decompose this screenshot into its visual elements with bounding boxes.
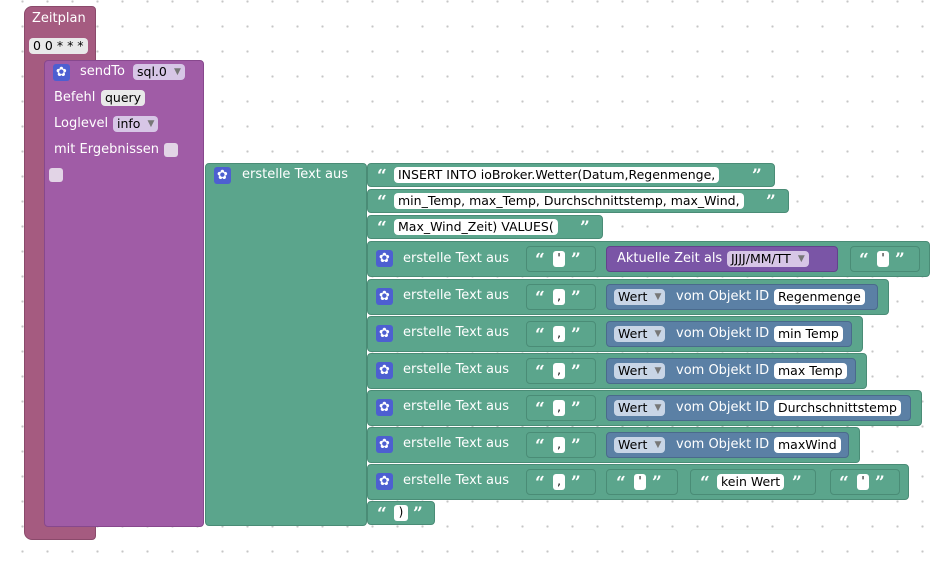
quote-close-icon: ” — [571, 288, 581, 308]
quote-open-icon: “ — [535, 250, 545, 270]
empty-input-slot[interactable] — [49, 168, 63, 182]
no-value-field[interactable]: kein Wert — [717, 474, 785, 490]
quote-open-icon: “ — [616, 473, 626, 493]
quote-open-icon: “ — [377, 218, 387, 238]
loglevel-dropdown[interactable]: info ▼ — [113, 116, 159, 132]
quote-close-icon: ” — [766, 192, 776, 212]
comma-char-field[interactable]: , — [553, 289, 565, 305]
text-join-label: erstelle Text aus — [403, 473, 509, 488]
quote-close-icon: ” — [752, 166, 762, 186]
value-mode-dropdown[interactable]: Wert ▼ — [614, 289, 666, 305]
value-mode-dropdown[interactable]: Wert ▼ — [614, 363, 666, 379]
quote-char-field[interactable]: ' — [857, 474, 869, 490]
quote-open-icon: “ — [377, 166, 387, 186]
quote-open-icon: “ — [859, 250, 869, 270]
quote-open-icon: “ — [377, 504, 387, 524]
sql-part-3[interactable]: Max_Wind_Zeit) VALUES( — [394, 219, 558, 235]
chevron-down-icon: ▼ — [147, 119, 155, 129]
value-mode-dropdown[interactable]: Wert ▼ — [614, 326, 666, 342]
chevron-down-icon: ▼ — [654, 292, 662, 302]
quote-close-icon: ” — [895, 250, 905, 270]
befehl-field[interactable]: query — [101, 90, 146, 106]
gear-icon[interactable]: ✿ — [376, 362, 393, 379]
text-join-label: erstelle Text aus — [403, 399, 509, 414]
value-mode-dropdown[interactable]: Wert ▼ — [614, 437, 666, 453]
comma-char-field[interactable]: , — [553, 474, 565, 490]
schedule-label: Zeitplan — [32, 11, 86, 26]
quote-char-field[interactable]: ' — [634, 474, 646, 490]
quote-open-icon: “ — [535, 325, 545, 345]
gear-icon[interactable]: ✿ — [53, 64, 70, 81]
gear-icon[interactable]: ✿ — [376, 436, 393, 453]
text-join-label: erstelle Text aus — [242, 167, 348, 182]
closing-paren-field[interactable]: ) — [394, 505, 408, 521]
gear-icon[interactable]: ✿ — [376, 288, 393, 305]
text-join-label: erstelle Text aus — [403, 288, 509, 303]
sql-part-2[interactable]: min_Temp, max_Temp, Durchschnittstemp, m… — [394, 193, 744, 209]
quote-close-icon: ” — [571, 250, 581, 270]
quote-close-icon: ” — [571, 325, 581, 345]
gear-icon[interactable]: ✿ — [376, 250, 393, 267]
object-id-field[interactable]: Durchschnittstemp — [774, 400, 901, 416]
object-id-label: vom Objekt ID — [676, 326, 770, 341]
sendto-label: sendTo — [80, 64, 125, 79]
text-join-label: erstelle Text aus — [403, 325, 509, 340]
quote-open-icon: “ — [535, 436, 545, 456]
object-id-label: vom Objekt ID — [676, 400, 770, 415]
chevron-down-icon: ▼ — [654, 440, 662, 450]
object-id-field[interactable]: maxWind — [774, 437, 841, 453]
quote-open-icon: “ — [700, 473, 710, 493]
quote-open-icon: “ — [377, 192, 387, 212]
quote-open-icon: “ — [839, 473, 849, 493]
object-id-label: vom Objekt ID — [676, 437, 770, 452]
time-format-dropdown[interactable]: JJJJ/MM/TT ▼ — [727, 251, 809, 267]
gear-icon[interactable]: ✿ — [376, 473, 393, 490]
quote-open-icon: “ — [535, 473, 545, 493]
object-id-field[interactable]: min Temp — [774, 326, 843, 342]
quote-close-icon: ” — [580, 218, 590, 238]
text-join-label: erstelle Text aus — [403, 436, 509, 451]
chevron-down-icon: ▼ — [654, 329, 662, 339]
gear-icon[interactable]: ✿ — [214, 167, 231, 184]
sql-part-1[interactable]: INSERT INTO ioBroker.Wetter(Datum,Regenm… — [394, 167, 720, 183]
chevron-down-icon: ▼ — [797, 254, 805, 264]
current-time-label: Aktuelle Zeit als — [617, 251, 723, 266]
quote-close-icon: ” — [571, 362, 581, 382]
quote-close-icon: ” — [652, 473, 662, 493]
quote-close-icon: ” — [792, 473, 802, 493]
loglevel-label: Loglevel — [54, 116, 109, 131]
quote-close-icon: ” — [875, 473, 885, 493]
object-id-field[interactable]: Regenmenge — [774, 289, 865, 305]
gear-icon[interactable]: ✿ — [376, 399, 393, 416]
chevron-down-icon: ▼ — [654, 366, 662, 376]
object-id-label: vom Objekt ID — [676, 289, 770, 304]
quote-close-icon: ” — [571, 436, 581, 456]
quote-close-icon: ” — [571, 473, 581, 493]
quote-open-icon: “ — [535, 288, 545, 308]
object-id-field[interactable]: max Temp — [774, 363, 847, 379]
quote-close-icon: ” — [413, 504, 423, 524]
results-label: mit Ergebnissen — [54, 142, 159, 157]
quote-char-field[interactable]: ' — [877, 251, 889, 267]
chevron-down-icon: ▼ — [173, 67, 181, 77]
results-checkbox[interactable] — [164, 143, 178, 157]
comma-char-field[interactable]: , — [553, 363, 565, 379]
object-id-label: vom Objekt ID — [676, 363, 770, 378]
befehl-label: Befehl — [54, 90, 96, 105]
comma-char-field[interactable]: , — [553, 437, 565, 453]
quote-open-icon: “ — [535, 399, 545, 419]
quote-char-field[interactable]: ' — [553, 251, 565, 267]
text-join-label: erstelle Text aus — [403, 251, 509, 266]
value-mode-dropdown[interactable]: Wert ▼ — [614, 400, 666, 416]
schedule-cron-field[interactable]: 0 0 * * * — [29, 38, 88, 54]
comma-char-field[interactable]: , — [553, 400, 565, 416]
comma-char-field[interactable]: , — [553, 326, 565, 342]
quote-close-icon: ” — [571, 399, 581, 419]
quote-open-icon: “ — [535, 362, 545, 382]
chevron-down-icon: ▼ — [654, 403, 662, 413]
text-join-label: erstelle Text aus — [403, 362, 509, 377]
sendto-target-dropdown[interactable]: sql.0 ▼ — [133, 64, 185, 80]
gear-icon[interactable]: ✿ — [376, 325, 393, 342]
text-join-block[interactable] — [205, 163, 367, 526]
